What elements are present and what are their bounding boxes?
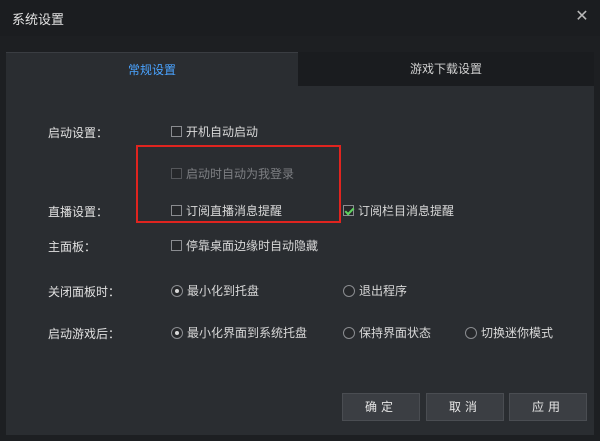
subscribe-column-label: 订阅栏目消息提醒 <box>358 204 455 218</box>
startup-settings-label: 启动设置： <box>48 126 109 140</box>
auto-start-checkbox[interactable]: 开机自动启动 <box>171 123 258 140</box>
apply-button[interactable]: 应用 <box>509 393 587 421</box>
checkbox-icon <box>171 240 182 251</box>
keep-ui-state-label: 保持界面状态 <box>359 326 432 340</box>
close-icon[interactable]: ✕ <box>572 6 592 26</box>
subscribe-live-checkbox[interactable]: 订阅直播消息提醒 <box>171 202 282 219</box>
auto-hide-checkbox[interactable]: 停靠桌面边缘时自动隐藏 <box>171 237 318 254</box>
minimize-to-tray-radio[interactable]: 最小化到托盘 <box>171 282 259 299</box>
radio-icon <box>465 326 477 339</box>
radio-icon <box>343 284 355 297</box>
exit-program-radio[interactable]: 退出程序 <box>343 282 407 299</box>
subscribe-column-checkbox[interactable]: 订阅栏目消息提醒 <box>343 202 454 219</box>
checkbox-icon <box>171 126 182 137</box>
live-settings-label: 直播设置： <box>48 205 109 219</box>
tab-general-settings[interactable]: 常规设置 <box>6 52 298 86</box>
keep-ui-state-radio[interactable]: 保持界面状态 <box>343 324 431 341</box>
checkbox-checked-icon <box>343 205 354 216</box>
radio-icon <box>343 326 355 339</box>
radio-selected-icon <box>171 326 183 339</box>
minimize-ui-to-tray-radio[interactable]: 最小化界面到系统托盘 <box>171 324 307 341</box>
close-panel-label: 关闭面板时： <box>48 285 121 299</box>
auto-login-checkbox: 启动时自动为我登录 <box>171 165 294 182</box>
after-game-launch-label: 启动游戏后： <box>48 327 121 341</box>
tab-content: 启动设置： 开机自动启动 启动时自动为我登录 直播设置： 订阅直播消息提醒 订阅… <box>6 86 594 435</box>
subscribe-live-label: 订阅直播消息提醒 <box>186 204 283 218</box>
auto-login-label: 启动时自动为我登录 <box>186 167 295 181</box>
mini-mode-radio[interactable]: 切换迷你模式 <box>465 324 553 341</box>
title-bar: 系统设置 ✕ <box>0 0 600 36</box>
ok-button[interactable]: 确定 <box>342 393 420 421</box>
checkbox-icon <box>171 205 182 216</box>
minimize-ui-to-tray-label: 最小化界面到系统托盘 <box>187 326 308 340</box>
window-title: 系统设置 <box>12 13 65 28</box>
minimize-to-tray-label: 最小化到托盘 <box>187 284 260 298</box>
tab-game-download-settings[interactable]: 游戏下载设置 <box>298 52 594 86</box>
mini-mode-label: 切换迷你模式 <box>481 326 554 340</box>
main-panel-label: 主面板： <box>48 240 97 254</box>
auto-hide-label: 停靠桌面边缘时自动隐藏 <box>186 239 319 253</box>
exit-program-label: 退出程序 <box>359 284 408 298</box>
checkbox-icon <box>171 168 182 179</box>
radio-selected-icon <box>171 284 183 297</box>
auto-start-label: 开机自动启动 <box>186 125 259 139</box>
settings-panel: 常规设置 游戏下载设置 启动设置： 开机自动启动 启动时自动为我登录 直播设置：… <box>6 52 594 435</box>
cancel-button[interactable]: 取消 <box>426 393 504 421</box>
